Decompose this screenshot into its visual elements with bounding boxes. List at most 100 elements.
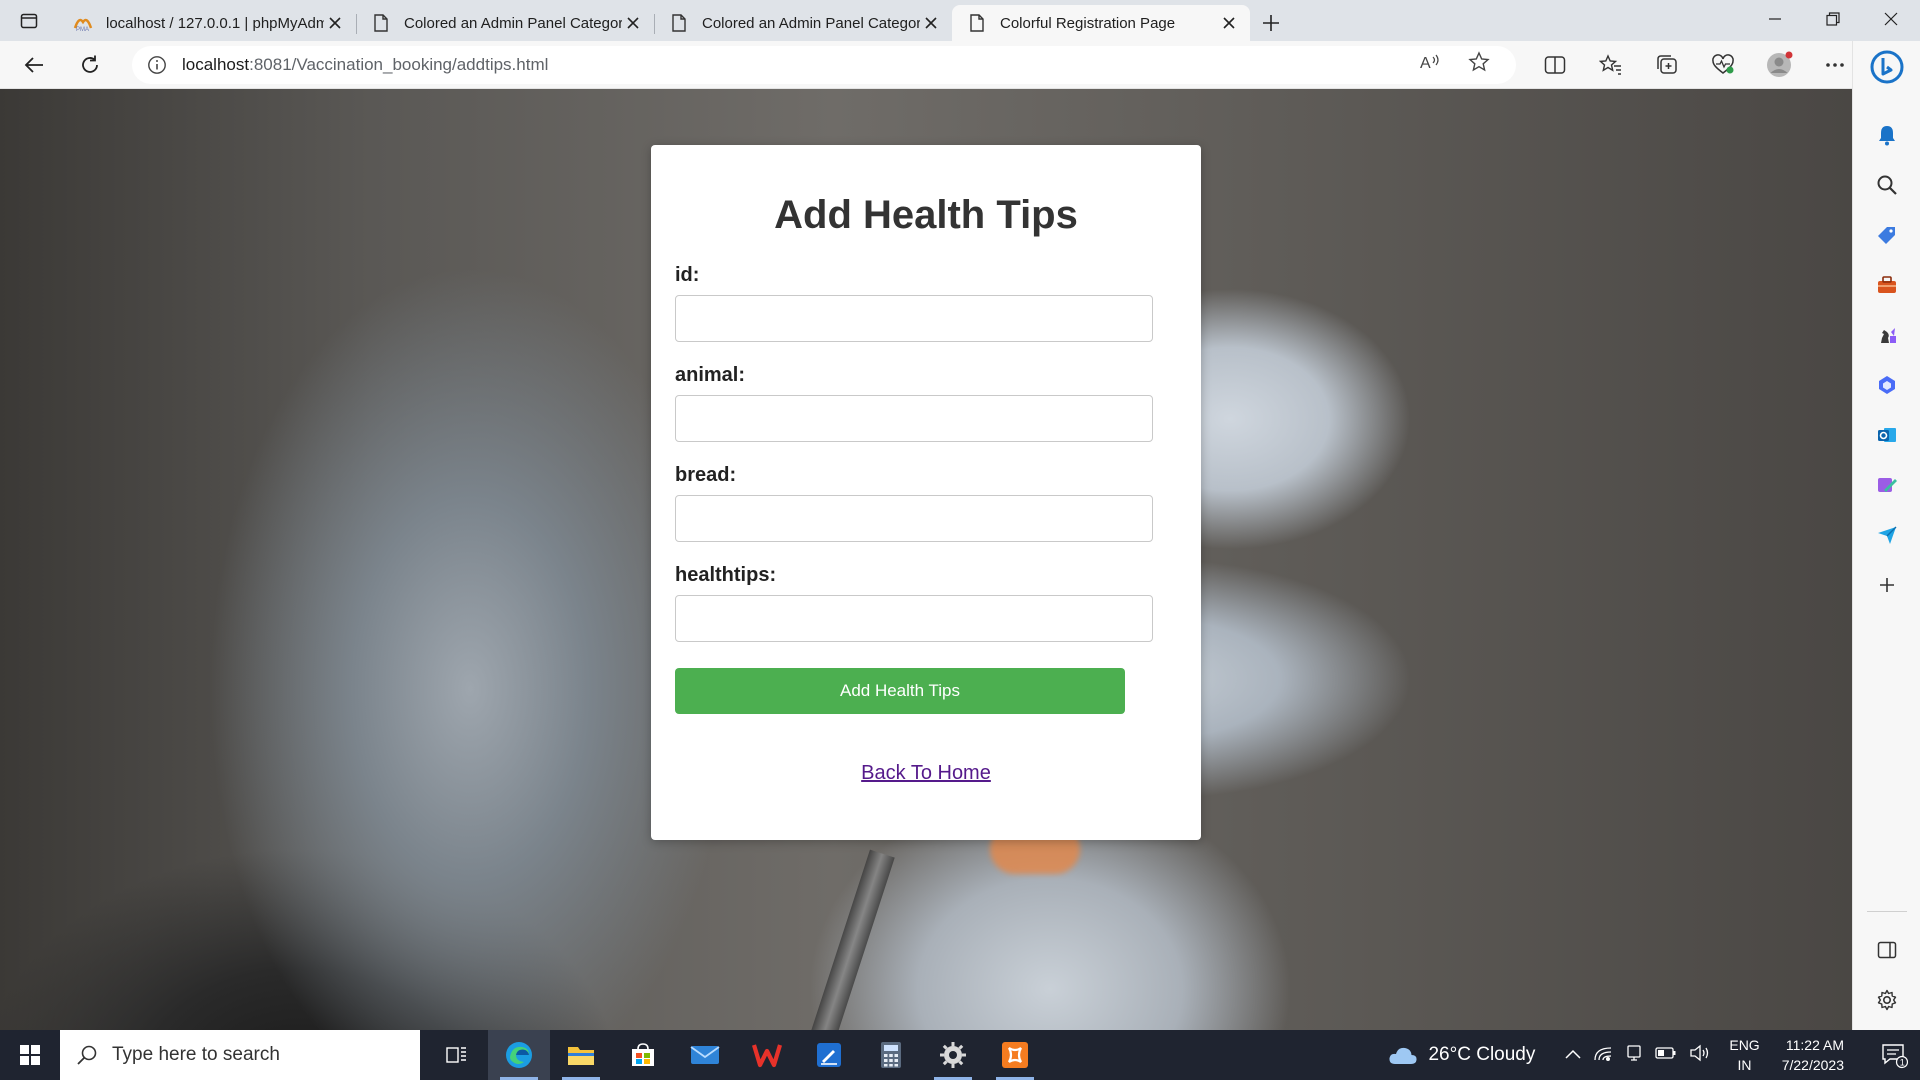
plus-icon bbox=[1263, 15, 1279, 31]
url-text[interactable]: localhost:8081/Vaccination_booking/addti… bbox=[182, 55, 548, 75]
tab-admin-panel-2[interactable]: Colored an Admin Panel Category bbox=[654, 5, 952, 41]
sidebar-add-app[interactable] bbox=[1867, 565, 1907, 605]
split-screen-icon bbox=[1544, 55, 1566, 74]
volume-icon[interactable] bbox=[1689, 1044, 1711, 1067]
close-icon[interactable] bbox=[1218, 12, 1240, 34]
sidebar-tools[interactable] bbox=[1867, 265, 1907, 305]
close-icon[interactable] bbox=[920, 12, 942, 34]
minimize-button[interactable] bbox=[1746, 0, 1804, 38]
sidebar-settings-button[interactable] bbox=[1867, 980, 1907, 1020]
sidebar-games[interactable] bbox=[1867, 315, 1907, 355]
weather-widget[interactable]: 26°C Cloudy bbox=[1388, 1044, 1535, 1066]
taskbar-edge[interactable] bbox=[488, 1030, 550, 1080]
notification-count: 1 bbox=[1900, 1058, 1905, 1068]
calculator-icon bbox=[881, 1042, 901, 1068]
search-placeholder: Type here to search bbox=[112, 1044, 280, 1065]
folder-icon bbox=[568, 1047, 594, 1065]
sidebar-divider bbox=[1866, 911, 1907, 912]
page-icon bbox=[370, 12, 392, 34]
favorites-button[interactable] bbox=[1592, 47, 1630, 83]
language-indicator[interactable]: ENG IN bbox=[1729, 1035, 1759, 1075]
restore-button[interactable] bbox=[1804, 0, 1862, 38]
bread-input[interactable] bbox=[675, 495, 1153, 542]
back-button[interactable] bbox=[12, 47, 56, 83]
refresh-button[interactable] bbox=[68, 47, 112, 83]
bing-icon bbox=[1870, 50, 1903, 84]
clock[interactable]: 11:22 AM 7/22/2023 bbox=[1782, 1035, 1844, 1075]
windows-taskbar: Type here to search 26°C Cloudy ENG IN 1… bbox=[0, 1030, 1920, 1080]
sidebar-microsoft-365[interactable] bbox=[1867, 365, 1907, 405]
tab-admin-panel-1[interactable]: Colored an Admin Panel Category bbox=[356, 5, 654, 41]
sidebar-designer[interactable] bbox=[1867, 465, 1907, 505]
read-aloud-icon[interactable]: A bbox=[1420, 52, 1442, 77]
microsoft-365-icon bbox=[1878, 376, 1895, 394]
animal-input[interactable] bbox=[675, 395, 1153, 442]
edge-icon bbox=[506, 1042, 532, 1068]
healthtips-input[interactable] bbox=[675, 595, 1153, 642]
gear-icon bbox=[940, 1042, 966, 1068]
profile-button[interactable] bbox=[1760, 47, 1798, 83]
sidebar-outlook[interactable] bbox=[1867, 415, 1907, 455]
device-icon[interactable] bbox=[1625, 1044, 1643, 1067]
sidebar-shopping[interactable] bbox=[1867, 215, 1907, 255]
healthtips-label: healthtips: bbox=[675, 564, 777, 586]
tab-phpmyadmin[interactable]: PMA localhost / 127.0.0.1 | phpMyAdmin bbox=[58, 5, 356, 41]
network-icon[interactable] bbox=[1593, 1044, 1613, 1067]
task-view-button[interactable] bbox=[426, 1030, 488, 1080]
start-button[interactable] bbox=[0, 1030, 60, 1080]
weather-text: 26°C Cloudy bbox=[1428, 1044, 1536, 1065]
new-tab-button[interactable] bbox=[1250, 5, 1292, 41]
search-icon bbox=[74, 1042, 100, 1068]
sidebar-drop[interactable] bbox=[1867, 515, 1907, 555]
battery-icon[interactable] bbox=[1655, 1046, 1677, 1065]
id-input[interactable] bbox=[675, 295, 1153, 342]
taskbar-wps-office[interactable] bbox=[736, 1030, 798, 1080]
taskbar-settings-app[interactable] bbox=[922, 1030, 984, 1080]
avatar-icon bbox=[1767, 51, 1793, 77]
taskbar-xampp[interactable] bbox=[984, 1030, 1046, 1080]
address-bar[interactable]: localhost:8081/Vaccination_booking/addti… bbox=[132, 45, 1516, 84]
background-syringe bbox=[811, 849, 895, 1030]
taskbar-calculator[interactable] bbox=[860, 1030, 922, 1080]
taskbar-search[interactable]: Type here to search bbox=[60, 1030, 420, 1080]
bread-label: bread: bbox=[675, 464, 737, 486]
sidebar-hide-button[interactable] bbox=[1867, 930, 1907, 970]
add-health-tips-button[interactable]: Add Health Tips bbox=[675, 668, 1125, 714]
taskbar-file-explorer[interactable] bbox=[550, 1030, 612, 1080]
bell-icon bbox=[1878, 126, 1895, 146]
tab-title: Colored an Admin Panel Category bbox=[404, 14, 622, 32]
gear-icon bbox=[1877, 989, 1896, 1011]
wps-icon bbox=[752, 1044, 782, 1068]
close-window-button[interactable] bbox=[1862, 0, 1920, 38]
close-icon[interactable] bbox=[622, 12, 644, 34]
form-title: Add Health Tips bbox=[774, 193, 1078, 237]
sidebar-search[interactable] bbox=[1867, 165, 1907, 205]
tab-registration-page[interactable]: Colorful Registration Page bbox=[952, 5, 1250, 41]
mail-icon bbox=[690, 1046, 720, 1064]
tab-actions-button[interactable] bbox=[0, 0, 58, 41]
clock-date: 7/22/2023 bbox=[1781, 1057, 1844, 1073]
collections-button[interactable] bbox=[1648, 47, 1686, 83]
split-screen-button[interactable] bbox=[1536, 47, 1574, 83]
cloud-icon bbox=[1389, 1047, 1418, 1064]
edge-sidebar bbox=[1852, 41, 1920, 1030]
favorite-star-icon[interactable] bbox=[1468, 51, 1490, 78]
outlook-icon bbox=[1877, 428, 1896, 442]
close-icon[interactable] bbox=[324, 12, 346, 34]
bing-copilot-button[interactable] bbox=[1867, 47, 1907, 87]
settings-more-button[interactable] bbox=[1816, 47, 1854, 83]
favorites-icon bbox=[1599, 53, 1621, 75]
restore-icon bbox=[1826, 12, 1840, 26]
taskbar-editor[interactable] bbox=[798, 1030, 860, 1080]
notification-center-button[interactable]: 1 bbox=[1868, 1030, 1920, 1080]
tag-icon bbox=[1877, 227, 1895, 244]
taskbar-store[interactable] bbox=[612, 1030, 674, 1080]
taskbar-mail[interactable] bbox=[674, 1030, 736, 1080]
send-icon bbox=[1877, 526, 1896, 544]
browser-essentials-button[interactable] bbox=[1704, 47, 1742, 83]
browser-tabstrip: PMA localhost / 127.0.0.1 | phpMyAdmin C… bbox=[0, 0, 1920, 41]
sidebar-notifications[interactable] bbox=[1867, 115, 1907, 155]
info-icon[interactable] bbox=[146, 54, 168, 76]
chevron-up-icon[interactable] bbox=[1565, 1046, 1581, 1064]
back-to-home-link[interactable]: Back To Home bbox=[675, 762, 1177, 785]
